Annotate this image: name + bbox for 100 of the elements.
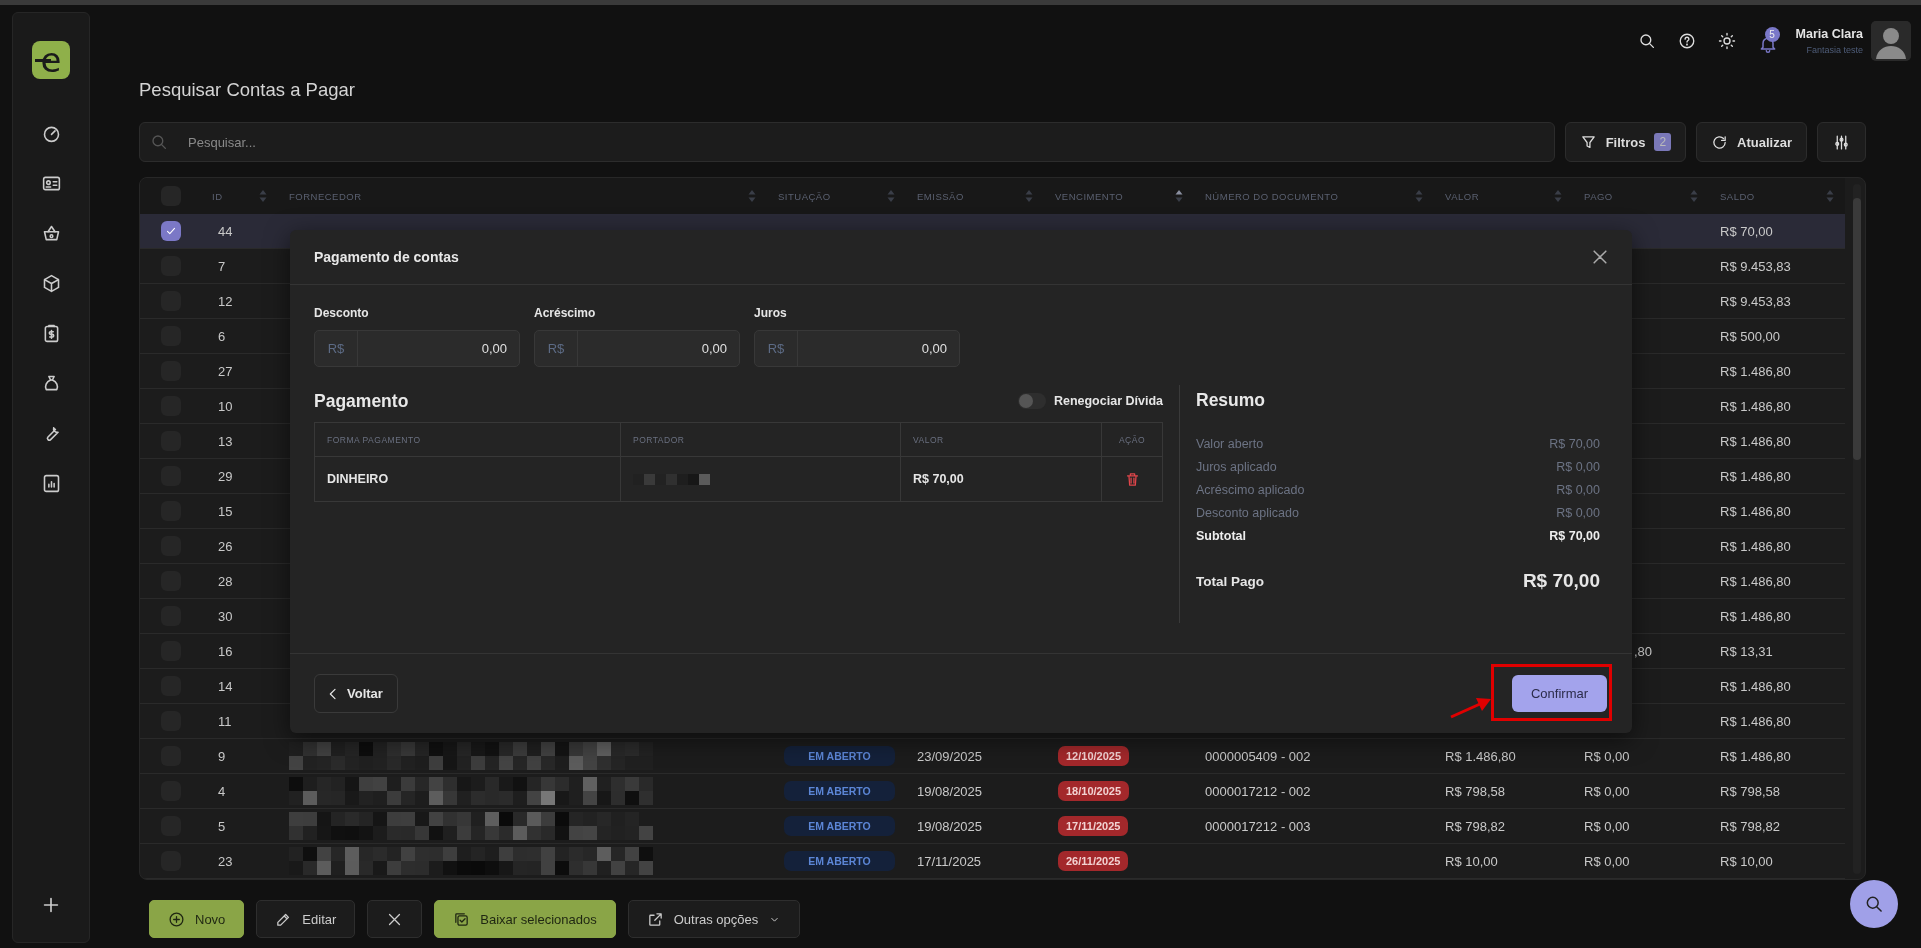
table-cell: R$ 798,58	[1445, 783, 1505, 799]
column-header: AÇÃO	[1118, 434, 1146, 445]
due-date-badge: 26/11/2025	[1058, 851, 1129, 871]
table-cell: 0000017212 - 002	[1205, 783, 1311, 799]
table-cell: 30	[218, 608, 233, 624]
column-header: VALOR	[913, 434, 944, 445]
table-cell: R$ 798,58	[1720, 783, 1780, 799]
table-cell: R$ 0,00	[1584, 853, 1630, 869]
table-row[interactable]: 9 EM ABERTO 23/09/2025 12/10/2025 0000005409 - 002 R$ 1.486,80 R$ 0,00 R$ 1.486,80	[140, 739, 1845, 774]
table-cell: R$ 1.486,80	[1720, 363, 1791, 379]
summary-value: R$ 0,00	[1556, 506, 1600, 522]
amount-input[interactable]: 0,00	[798, 331, 959, 366]
table-cell: 7	[218, 258, 226, 274]
refresh-icon	[1711, 133, 1729, 151]
table-cell: 28	[218, 573, 233, 589]
table-cell: 12	[218, 293, 233, 309]
field-label: Acréscimo	[534, 306, 597, 320]
summary-label: Subtotal	[1196, 529, 1246, 545]
table-cell: R$ 798,82	[1445, 818, 1505, 834]
due-date-badge: 12/10/2025	[1058, 746, 1130, 766]
total-value: R$ 70,00	[1522, 570, 1600, 592]
column-header: FORMA PAGAMENTO	[327, 434, 421, 445]
clear-button[interactable]	[367, 900, 423, 938]
table-cell: 17/11/2025	[917, 853, 982, 869]
table-cell: 26	[218, 538, 233, 554]
table-cell: R$ 10,00	[1445, 853, 1498, 869]
table-cell: R$ 0,00	[1584, 818, 1630, 834]
table-cell: R$ 10,00	[1720, 853, 1773, 869]
table-cell: 0000005409 - 002	[1205, 748, 1311, 764]
table-cell: R$ 1.486,80	[1720, 748, 1791, 764]
table-cell: 13	[218, 433, 233, 449]
search-button[interactable]	[1850, 880, 1898, 928]
table-cell: R$ 70,00	[913, 472, 964, 486]
summary-value: R$ 0,00	[1556, 460, 1600, 476]
search-icon[interactable]	[1637, 32, 1656, 50]
field-label: Juros	[754, 306, 788, 320]
more-options-button[interactable]: Outras opções	[627, 900, 801, 938]
table-cell: DINHEIRO	[327, 472, 389, 486]
sun-icon[interactable]	[1717, 32, 1736, 50]
currency-field[interactable]: R$ 0,00	[534, 330, 740, 367]
table-cell: 16	[218, 643, 233, 659]
summary-label: Valor aberto	[1196, 437, 1264, 453]
notifications-button[interactable]: 5	[1757, 27, 1782, 55]
summary-value: R$ 70,00	[1549, 437, 1600, 453]
table-row[interactable]: 4 EM ABERTO 19/08/2025 18/10/2025 0000017212 - 002 R$ 798,58 R$ 0,00 R$ 798,58	[140, 774, 1845, 809]
back-button[interactable]: Voltar	[314, 674, 398, 713]
status-badge: EM ABERTO	[784, 851, 895, 871]
sort-icon[interactable]	[1175, 189, 1183, 203]
filters-button[interactable]: Filtros 2	[1564, 122, 1687, 162]
company-name: Fantasia teste	[1805, 45, 1863, 55]
action-button[interactable]: Editar	[256, 900, 356, 938]
currency-field[interactable]: R$ 0,00	[754, 330, 960, 367]
close-icon[interactable]	[1590, 247, 1610, 267]
table-cell: 9	[218, 748, 226, 764]
user-name: Maria Clara	[1795, 27, 1863, 41]
table-cell: 14	[218, 678, 233, 694]
table-cell: 6	[218, 328, 226, 344]
table-cell: 15	[218, 503, 233, 519]
table-cell: R$ 500,00	[1720, 328, 1780, 344]
table-cell: 29	[218, 468, 233, 484]
plus-circle-icon	[168, 910, 185, 928]
total-label: Total Pago	[1196, 573, 1264, 589]
scrollbar[interactable]	[1853, 184, 1861, 874]
checkbox[interactable]	[160, 221, 181, 241]
amount-input[interactable]: 0,00	[358, 331, 519, 366]
amount-input[interactable]: 0,00	[578, 331, 739, 366]
filter-icon	[1579, 133, 1597, 151]
currency-prefix: R$	[755, 331, 798, 366]
currency-field[interactable]: R$ 0,00	[314, 330, 520, 367]
table-cell: R$ 1.486,80	[1720, 538, 1791, 554]
primary-button[interactable]: Novo	[149, 900, 245, 938]
table-cell: R$ 798,82	[1720, 818, 1780, 834]
summary-value: R$ 70,00	[1549, 529, 1600, 545]
table-row[interactable]: 23 EM ABERTO 17/11/2025 26/11/2025 R$ 10,00 R$ 0,00 R$ 10,00	[140, 844, 1845, 879]
table-cell: 11	[218, 713, 232, 729]
table-cell: 23	[218, 853, 233, 869]
table-cell: 27	[218, 363, 233, 379]
filter-count-badge: 2	[1654, 133, 1672, 151]
status-badge: EM ABERTO	[784, 746, 895, 766]
toggle-switch[interactable]	[1017, 393, 1046, 409]
table-cell: 0000017212 - 003	[1205, 818, 1311, 834]
table-cell: R$ 9.453,83	[1720, 258, 1791, 274]
table-cell: R$ 1.486,80	[1720, 503, 1791, 519]
check-square-icon	[453, 910, 471, 928]
table-cell: R$ 0,00	[1584, 783, 1630, 799]
confirm-button[interactable]: Confirmar	[1512, 675, 1607, 712]
help-icon[interactable]	[1677, 32, 1696, 50]
primary-button[interactable]: Baixar selecionados	[434, 900, 616, 938]
summary-label: Acréscimo aplicado	[1196, 483, 1305, 499]
column-header: PORTADOR	[633, 434, 685, 445]
search-icon	[1864, 894, 1884, 914]
status-badge: EM ABERTO	[784, 781, 895, 801]
refresh-button[interactable]: Atualizar	[1696, 122, 1807, 162]
currency-prefix: R$	[315, 331, 358, 366]
search-icon	[150, 133, 168, 151]
currency-prefix: R$	[535, 331, 578, 366]
modal-title: Pagamento de contas	[314, 249, 459, 265]
column-settings-button[interactable]	[1817, 122, 1866, 162]
toggle-label: Renegociar Dívida	[1053, 394, 1163, 408]
table-row[interactable]: 5 EM ABERTO 19/08/2025 17/11/2025 0000017212 - 003 R$ 798,82 R$ 0,00 R$ 798,82	[140, 809, 1845, 844]
